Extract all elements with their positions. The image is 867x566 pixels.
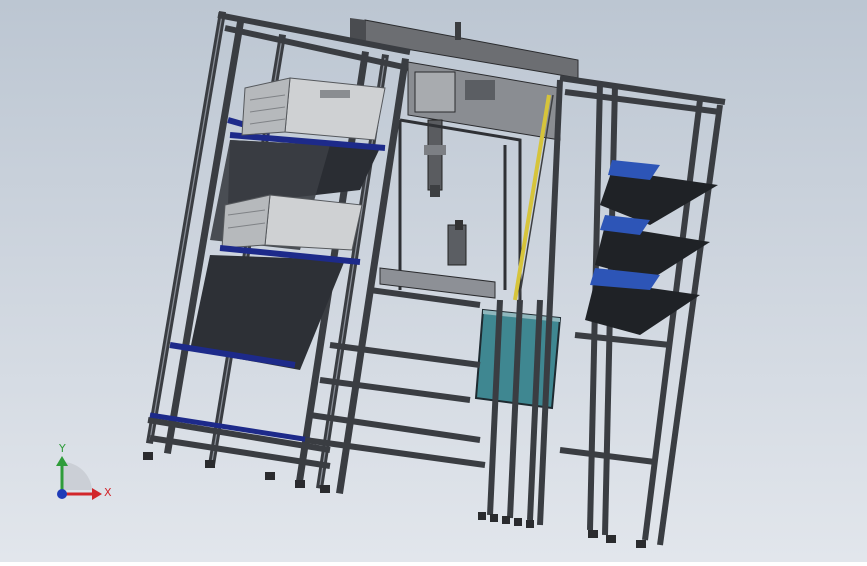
- x-axis-arrow-icon: [92, 488, 102, 500]
- upper-crate[interactable]: [241, 77, 386, 141]
- assembly-model[interactable]: [0, 0, 867, 562]
- triad-graphic: [56, 456, 102, 500]
- z-axis-dot-icon: [57, 489, 67, 499]
- y-axis-arrow-icon: [56, 456, 68, 466]
- coordinate-triad: Y X: [40, 432, 130, 522]
- cad-viewport[interactable]: Y X: [0, 0, 867, 562]
- y-axis-label: Y: [59, 442, 66, 455]
- x-axis-label: X: [104, 486, 112, 499]
- lower-crate[interactable]: [221, 194, 363, 251]
